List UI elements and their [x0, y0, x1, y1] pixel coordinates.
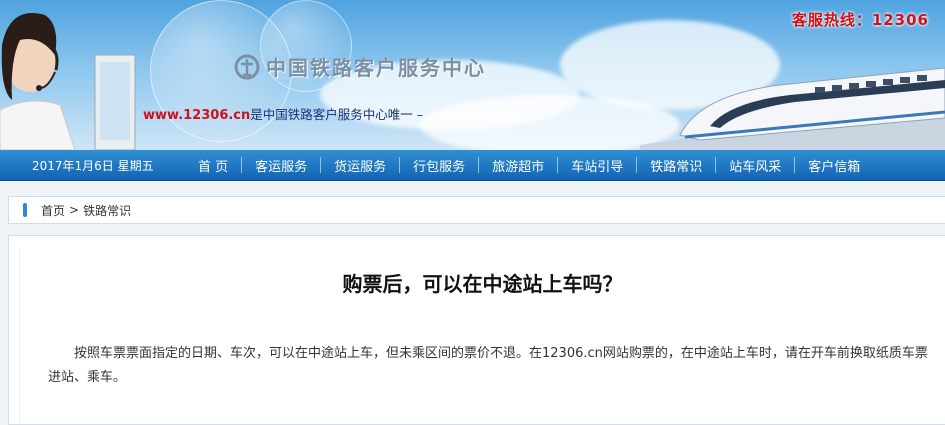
- center-logo: 中国铁路客户服务中心: [234, 52, 486, 81]
- train-icon: [640, 67, 945, 150]
- railway-logo-icon: [234, 54, 260, 79]
- nav-customer-mailbox[interactable]: 客户信箱: [795, 156, 873, 175]
- nav-railway-knowledge[interactable]: 铁路常识: [637, 156, 715, 175]
- tagline-dash: –: [412, 107, 424, 122]
- article-panel: 购票后，可以在中途站上车吗？ 按照车票票面指定的日期、车次，可以在中途站上车，但…: [8, 235, 945, 425]
- nav-freight-service[interactable]: 货运服务: [321, 156, 399, 175]
- breadcrumb-separator: >: [69, 203, 80, 217]
- main-nav: 2017年1月6日 星期五 首 页 客运服务 货运服务 行包服务 旅游超市 车站…: [0, 150, 945, 181]
- article-title: 购票后，可以在中途站上车吗？: [342, 272, 623, 296]
- nav-travel-market[interactable]: 旅游超市: [479, 156, 557, 175]
- breadcrumb-home-link[interactable]: 首页: [41, 202, 65, 219]
- headset-agent-icon: [0, 13, 136, 150]
- nav-station-guide[interactable]: 车站引导: [558, 156, 636, 175]
- nav-passenger-service[interactable]: 客运服务: [242, 156, 320, 175]
- article-body: 按照车票票面指定的日期、车次，可以在中途站上车，但未乘区间的票价不退。在1230…: [48, 346, 928, 385]
- article-container: 购票后，可以在中途站上车吗？ 按照车票票面指定的日期、车次，可以在中途站上车，但…: [19, 248, 945, 424]
- site-url-link[interactable]: www.12306.cn: [143, 108, 250, 123]
- breadcrumb: 首页 > 铁路常识: [8, 196, 945, 224]
- nav-home[interactable]: 首 页: [185, 156, 241, 175]
- nav-baggage-service[interactable]: 行包服务: [400, 156, 478, 175]
- breadcrumb-current-link[interactable]: 铁路常识: [83, 202, 131, 219]
- nav-station-style[interactable]: 站车风采: [716, 156, 794, 175]
- site-tagline: 是中国铁路客户服务中心唯一: [250, 107, 413, 122]
- header-banner: 中国铁路客户服务中心 www.12306.cn是中国铁路客户服务中心唯一 – 客…: [0, 0, 945, 150]
- center-name: 中国铁路客户服务中心: [266, 56, 486, 80]
- site-slogan: www.12306.cn是中国铁路客户服务中心唯一 –: [143, 104, 423, 123]
- customer-hotline: 客服热线：12306: [791, 11, 929, 29]
- breadcrumb-marker: [23, 203, 27, 217]
- nav-date: 2017年1月6日 星期五: [32, 158, 154, 173]
